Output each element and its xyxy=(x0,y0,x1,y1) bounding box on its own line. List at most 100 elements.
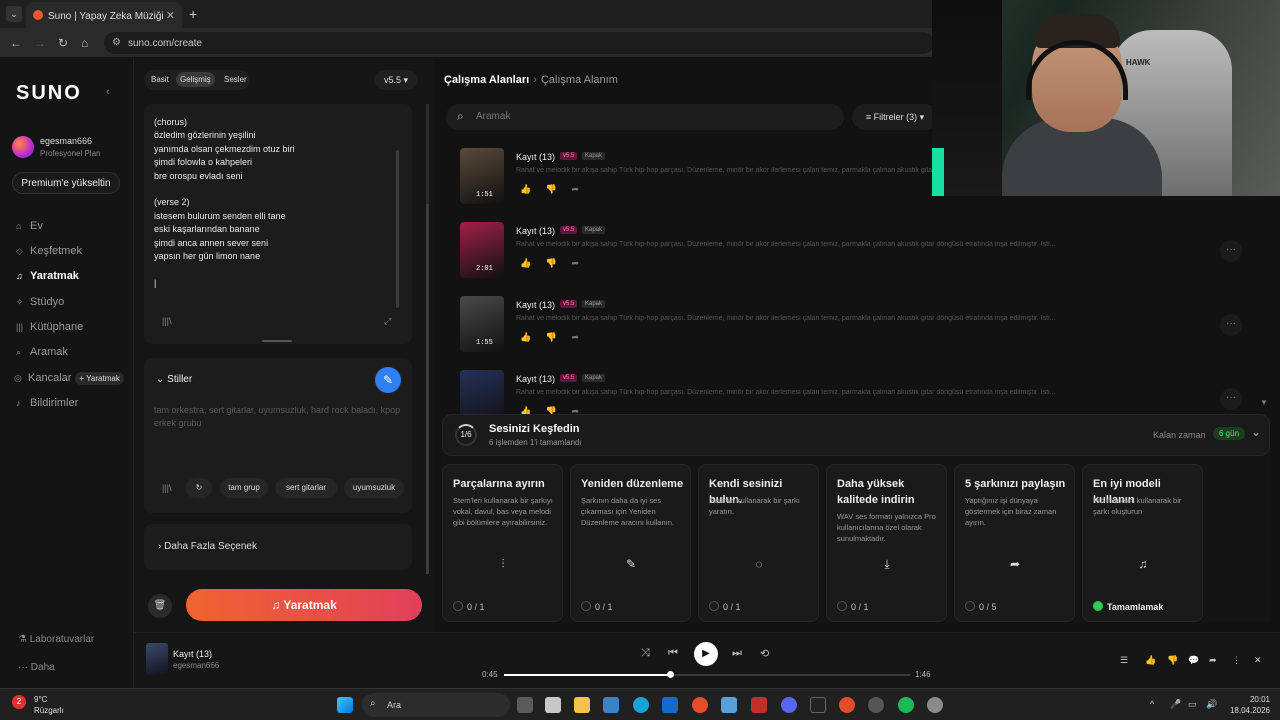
play-button[interactable]: ▶ xyxy=(694,642,718,666)
styles-input[interactable]: tam orkestra, sert gitarlar, uyumsuzluk,… xyxy=(154,404,402,431)
song-row[interactable]: 1:55 Kayıt (13) v5.5 Kapak Rahat ve melodik … xyxy=(460,296,1260,356)
settings-icon[interactable] xyxy=(927,697,943,713)
sidebar-item-create[interactable]: ♫ Yaratmak xyxy=(16,270,134,290)
app-icon[interactable] xyxy=(810,697,826,713)
song-more-button[interactable]: ··· xyxy=(1220,240,1242,262)
browser-tab[interactable]: Suno | Yapay Zeka Müziği ✕ xyxy=(26,2,182,28)
microphone-icon[interactable]: 🎤 xyxy=(1170,699,1181,710)
chrome-icon[interactable] xyxy=(839,697,855,713)
discord-icon[interactable] xyxy=(781,697,797,713)
mode-voices[interactable]: Sesler xyxy=(224,75,247,84)
share-icon[interactable]: ➦ xyxy=(571,184,579,194)
share-icon[interactable]: ➦ xyxy=(571,258,579,268)
style-chip[interactable]: tam grup xyxy=(220,478,268,498)
discover-card[interactable]: Kendi sesinizi bulun. Sesinizi kullanarak… xyxy=(698,464,819,622)
sidebar-item-studio[interactable]: ✧ Stüdyo xyxy=(16,296,134,316)
suno-logo[interactable]: SUNO xyxy=(16,82,82,105)
reload-icon[interactable]: ↻ xyxy=(58,36,68,50)
model-version-select[interactable]: v5.5 ▾ xyxy=(374,70,418,90)
back-icon[interactable]: ← xyxy=(10,36,22,50)
thumbs-up-icon[interactable]: 👍 xyxy=(520,184,531,194)
forward-icon[interactable]: → xyxy=(34,36,46,50)
tab-search-icon[interactable]: ⌄ xyxy=(6,6,22,22)
discover-card[interactable]: 5 şarkınızı paylaşın Yaptığınız işi dünya… xyxy=(954,464,1075,622)
lyrics-textarea[interactable]: (chorus) özledim gözlerinin yeşilini yan… xyxy=(144,104,412,344)
thumbs-up-icon[interactable]: 👍 xyxy=(1145,655,1156,666)
clear-button[interactable]: 🗑 xyxy=(148,594,172,618)
previous-icon[interactable]: ⏮ xyxy=(668,647,678,660)
new-tab-button[interactable]: + xyxy=(189,6,197,22)
discover-card[interactable]: Daha yüksek kalitede indirin WAV ses form… xyxy=(826,464,947,622)
styles-library-icon[interactable]: |||\ xyxy=(162,483,172,493)
system-clock[interactable]: 20:01 18.04.2026 xyxy=(1226,694,1270,716)
chevron-down-icon[interactable]: ⌄ xyxy=(1251,425,1261,439)
song-more-button[interactable]: ··· xyxy=(1220,388,1242,410)
volume-icon[interactable]: 🔊 xyxy=(1206,699,1217,710)
filters-button[interactable]: ≡ Filtreler (3) ▾ xyxy=(852,104,938,130)
windows-start-icon[interactable] xyxy=(337,697,353,713)
next-icon[interactable]: ⏭ xyxy=(732,647,742,660)
style-chip[interactable]: uyumsuzluk xyxy=(344,478,404,498)
notes-icon[interactable] xyxy=(603,697,619,713)
share-icon[interactable]: ➦ xyxy=(571,332,579,342)
sidebar-item-explore[interactable]: ◇ Keşfetmek xyxy=(16,245,134,265)
taskbar-search[interactable]: ⌕ Ara xyxy=(362,693,510,717)
task-view-icon[interactable] xyxy=(517,697,533,713)
player-title[interactable]: Kayıt (13) xyxy=(173,649,212,659)
song-title[interactable]: Kayıt (13) xyxy=(516,374,555,384)
sidebar-item-hooks[interactable]: ◎ Kancalar + Yaratmak xyxy=(14,372,134,392)
song-title[interactable]: Kayıt (13) xyxy=(516,152,555,162)
weather-widget[interactable]: 9°C Rüzgarlı xyxy=(34,694,64,716)
url-field[interactable]: ⚙ suno.com/create xyxy=(104,32,934,54)
comment-icon[interactable]: 💬 xyxy=(1188,655,1199,666)
avatar[interactable] xyxy=(12,136,34,158)
song-title[interactable]: Kayıt (13) xyxy=(516,300,555,310)
tray-overflow-icon[interactable]: ^ xyxy=(1150,699,1154,709)
scroll-down-icon[interactable]: ▼ xyxy=(1260,398,1268,407)
more-options-toggle[interactable]: › Daha Fazla Seçenek xyxy=(144,524,412,570)
thumbs-up-icon[interactable]: 👍 xyxy=(520,258,531,268)
search-input[interactable]: ⌕ Aramak xyxy=(446,104,844,130)
discover-card[interactable]: En iyi modeli kullanın Pro modelini kulla… xyxy=(1082,464,1203,622)
player-cover-thumbnail[interactable] xyxy=(146,643,168,675)
home-icon[interactable]: ⌂ xyxy=(81,36,88,50)
sidebar-item-home[interactable]: ⌂ Ev xyxy=(16,220,134,240)
create-button[interactable]: ♫ Yaratmak xyxy=(186,589,422,621)
mail-icon[interactable] xyxy=(662,697,678,713)
site-info-icon[interactable]: ⚙ xyxy=(112,37,121,48)
thumbs-down-icon[interactable]: 👎 xyxy=(546,258,557,268)
sidebar-item-library[interactable]: ||| Kütüphane xyxy=(16,321,134,341)
lyrics-library-icon[interactable]: |||\ xyxy=(162,316,172,326)
refresh-styles-button[interactable]: ↻ xyxy=(186,478,212,498)
style-chip[interactable]: sert gitarlar xyxy=(275,478,337,498)
file-explorer-icon[interactable] xyxy=(574,697,590,713)
close-player-icon[interactable]: ✕ xyxy=(1254,655,1262,666)
share-icon[interactable]: ➦ xyxy=(1209,655,1217,666)
resize-handle[interactable] xyxy=(262,340,292,342)
styles-toggle[interactable]: ⌄ Stiller xyxy=(156,374,192,385)
sidebar-item-notifications[interactable]: ♪ Bildirimler xyxy=(16,397,134,417)
discover-card[interactable]: Parçalarına ayırın Stem'leri kullanarak b… xyxy=(442,464,563,622)
spotify-icon[interactable] xyxy=(898,697,914,713)
panel-scrollbar-thumb[interactable] xyxy=(426,204,429,574)
mode-advanced[interactable]: Gelişmiş xyxy=(176,72,215,87)
player-artist[interactable]: egesman666 xyxy=(173,661,219,670)
thumbs-down-icon[interactable]: 👎 xyxy=(1167,655,1178,666)
collapse-sidebar-icon[interactable]: ‹ xyxy=(106,86,110,98)
app-icon[interactable] xyxy=(868,697,884,713)
thumbs-up-icon[interactable]: 👍 xyxy=(520,332,531,342)
user-name[interactable]: egesman666 xyxy=(40,136,92,146)
magic-wand-button[interactable]: ✎ xyxy=(375,367,401,393)
song-more-button[interactable]: ··· xyxy=(1220,314,1242,336)
network-icon[interactable]: ▭ xyxy=(1188,699,1197,710)
sidebar-item-more[interactable]: ··· Daha xyxy=(18,662,55,673)
sidebar-item-search[interactable]: ⌕ Aramak xyxy=(16,346,134,366)
song-row[interactable]: 2:01 Kayıt (13) v5.5 Kapak Rahat ve melodik … xyxy=(460,222,1260,282)
queue-icon[interactable]: ☰ xyxy=(1120,655,1128,666)
expand-icon[interactable]: ⤢ xyxy=(384,316,391,327)
repeat-icon[interactable]: ⟲ xyxy=(760,647,769,660)
store-icon[interactable] xyxy=(545,697,561,713)
tab-close-icon[interactable]: ✕ xyxy=(166,9,175,22)
upgrade-premium-button[interactable]: Premium'e yükseltin xyxy=(12,172,120,194)
app-icon[interactable] xyxy=(751,697,767,713)
